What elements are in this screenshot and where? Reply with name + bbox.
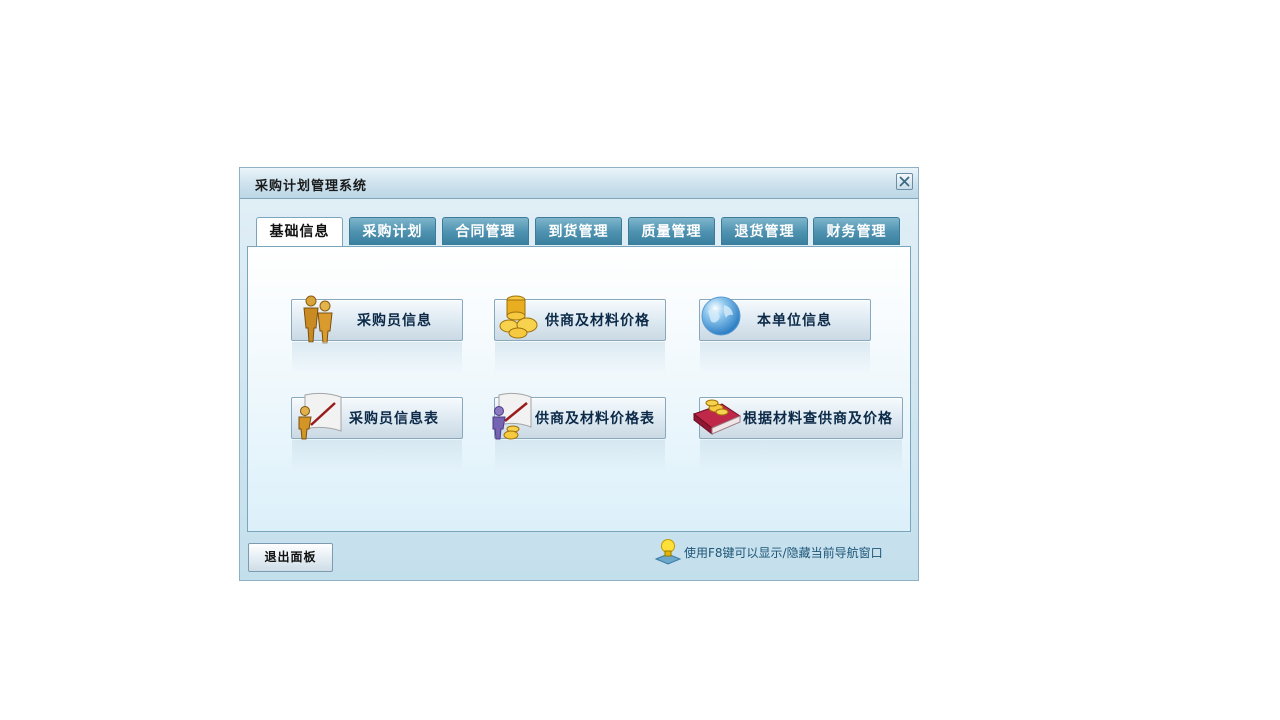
- tab-basic-info[interactable]: 基础信息: [256, 217, 343, 247]
- query-by-material-button[interactable]: 根据材料查供商及价格: [692, 397, 903, 472]
- f8-hint: 使用F8键可以显示/隐藏当前导航窗口: [654, 537, 916, 567]
- unit-info-button[interactable]: 本单位信息: [699, 296, 871, 374]
- lightbulb-icon: [654, 539, 682, 565]
- button-reflection: [700, 342, 870, 374]
- main-window: 采购计划管理系统 基础信息 采购计划 合同管理 到货管理 质量管理 退货管理 财…: [239, 167, 919, 581]
- button-reflection: [292, 342, 462, 374]
- button-label: 供商及材料价格: [545, 313, 650, 329]
- person-document-icon: [298, 392, 342, 440]
- book-coins-icon: [692, 399, 742, 436]
- tab-purchase-plan[interactable]: 采购计划: [349, 217, 436, 245]
- tab-quality-management[interactable]: 质量管理: [628, 217, 715, 245]
- basic-info-panel: 采购员信息 供商及材料价格 本单位信息 采购员信息表 供商及材料价格表 根据材料…: [247, 246, 911, 532]
- button-reflection: [495, 342, 665, 374]
- tab-contract-management[interactable]: 合同管理: [442, 217, 529, 245]
- button-reflection: [495, 440, 665, 472]
- tab-arrival-management[interactable]: 到货管理: [535, 217, 622, 245]
- buyer-info-button[interactable]: 采购员信息: [291, 295, 463, 374]
- tab-finance-management[interactable]: 财务管理: [813, 217, 900, 245]
- hint-text: 使用F8键可以显示/隐藏当前导航窗口: [684, 546, 883, 560]
- button-reflection: [292, 440, 462, 472]
- supplier-price-table-button[interactable]: 供商及材料价格表: [492, 392, 666, 472]
- person-coins-document-icon: [492, 392, 532, 440]
- coins-icon: [499, 295, 538, 339]
- button-label: 根据材料查供商及价格: [743, 411, 893, 427]
- people-icon: [303, 295, 333, 344]
- exit-panel-button[interactable]: 退出面板: [248, 543, 333, 572]
- button-label: 采购员信息表: [349, 411, 439, 427]
- title-bar: 采购计划管理系统: [240, 168, 918, 199]
- tab-return-management[interactable]: 退货管理: [721, 217, 808, 245]
- buyer-info-table-button[interactable]: 采购员信息表: [291, 392, 463, 472]
- globe-icon: [701, 296, 741, 336]
- button-label: 本单位信息: [757, 313, 832, 329]
- supplier-price-button[interactable]: 供商及材料价格: [494, 295, 666, 374]
- window-title: 采购计划管理系统: [255, 179, 368, 194]
- button-reflection: [700, 440, 902, 472]
- close-button[interactable]: [896, 173, 913, 190]
- button-label: 供商及材料价格表: [535, 411, 655, 427]
- close-icon: [899, 176, 910, 187]
- button-label: 采购员信息: [357, 313, 432, 329]
